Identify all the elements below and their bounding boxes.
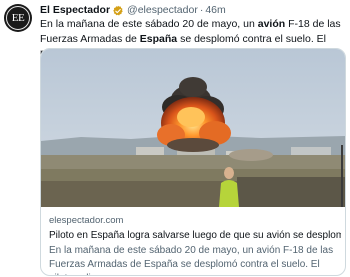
tweet-header: El Espectador @elespectador · 46m — [40, 4, 226, 17]
author-name[interactable]: El Espectador — [40, 4, 110, 17]
header-separator: · — [199, 4, 204, 16]
verified-badge-icon — [112, 5, 124, 17]
tweet-timestamp[interactable]: 46m — [205, 4, 225, 17]
card-title[interactable]: Piloto en España logra salvarse luego de… — [49, 229, 341, 242]
card-domain: elespectador.com — [49, 215, 124, 226]
tweet-text-bold: España — [139, 32, 178, 45]
card-image[interactable] — [41, 49, 345, 207]
author-avatar[interactable]: EE — [4, 4, 32, 32]
card-info[interactable]: elespectador.com Piloto en España logra … — [49, 214, 341, 275]
card-description: En la mañana de este sábado 20 de mayo, … — [49, 245, 334, 275]
avatar-logo: EE — [6, 6, 30, 30]
tweet[interactable]: EE El Espectador @elespectador · 46m En … — [0, 0, 350, 277]
tweet-text-part: En la mañana de este sábado 20 de mayo, … — [40, 18, 258, 30]
author-handle[interactable]: @elespectador — [127, 4, 198, 17]
tweet-text-bold: avión — [257, 18, 286, 30]
link-card[interactable]: elespectador.com Piloto en España logra … — [40, 48, 346, 276]
